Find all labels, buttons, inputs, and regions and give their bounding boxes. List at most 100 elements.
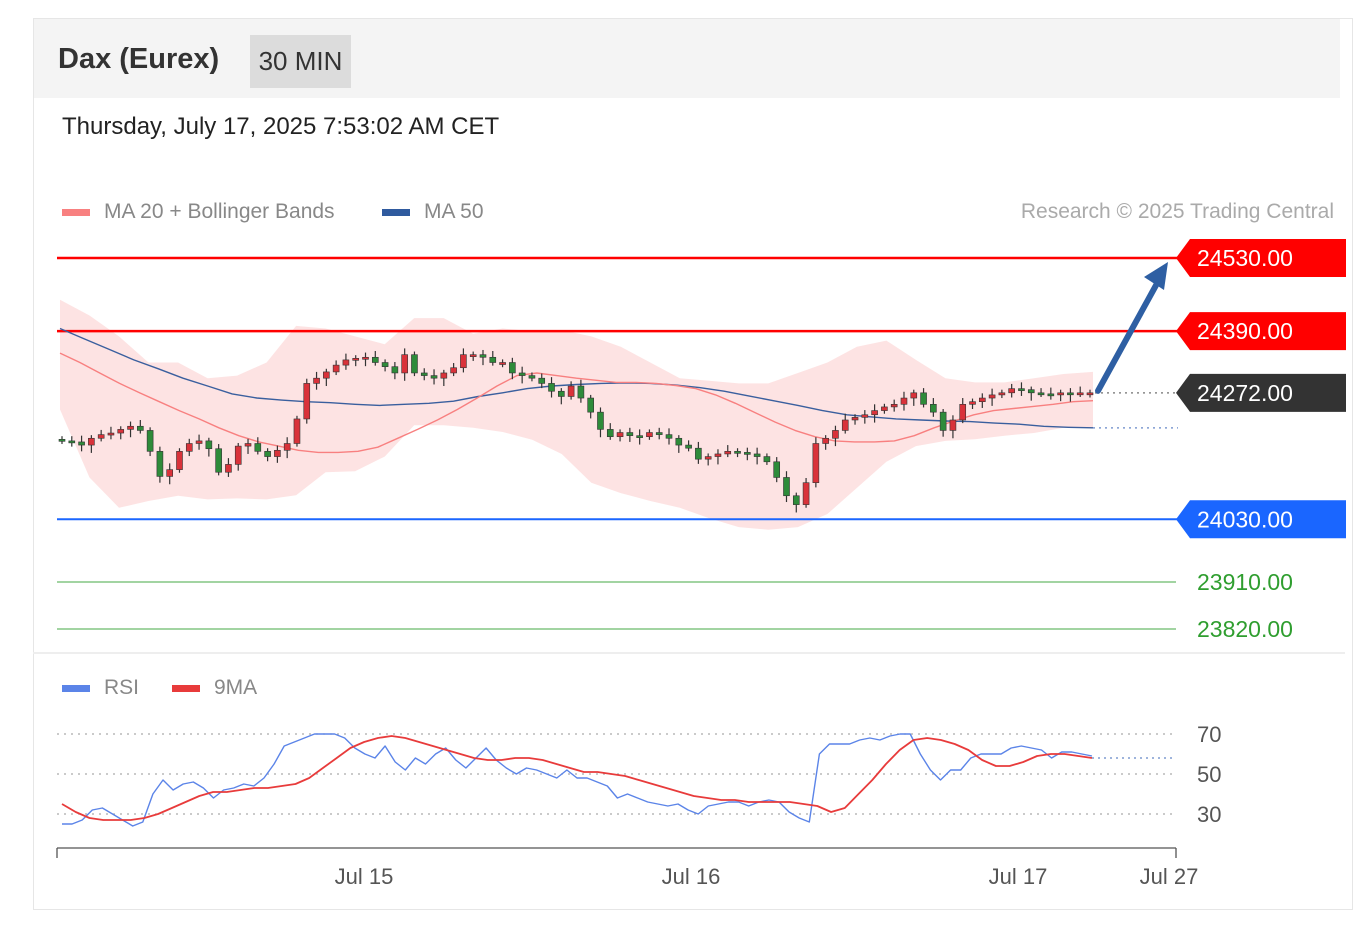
support-badge: 24030.00 [1176,500,1346,539]
candle-body [871,410,878,416]
candle-body [518,372,526,376]
candle-body [450,367,457,374]
candle-body [695,447,702,460]
candle-body [1008,388,1015,394]
candle-body [724,451,732,455]
candle-body [323,371,330,379]
candle-body [646,432,653,438]
candle-body [381,362,389,367]
rsi-line [62,733,1093,827]
candle-body [969,401,976,405]
target-label: 23820.00 [1197,616,1293,642]
candle-body [587,397,594,413]
candle-body [489,356,497,363]
candle-body [900,397,908,405]
candle-body [949,419,957,431]
support-badge-label: 24030.00 [1197,506,1293,532]
candle-body [313,377,320,384]
x-axis-label: Jul 15 [335,864,394,889]
candle-body [626,432,634,436]
candle-body [293,418,301,444]
candle-body [920,392,927,405]
candle-body [792,495,800,505]
candle-body [342,359,350,366]
candle-body [734,451,741,454]
x-axis-label: Jul 27 [1140,864,1199,889]
candle-body [225,464,232,473]
candle-body [890,404,898,408]
candle-body [460,354,467,369]
candle-body [401,354,408,374]
candle-body [68,440,76,444]
candle-body [802,482,810,505]
candle-body [499,362,506,365]
candle-body [97,434,105,439]
candle-body [616,432,624,438]
resistance-badge-label: 24390.00 [1197,318,1293,344]
candle-body [107,432,115,436]
candle-body [597,411,604,430]
candle-body [783,477,790,497]
candle-body [577,385,585,399]
candle-body [606,429,614,438]
candle-body [812,443,820,483]
candle-body [411,354,418,374]
candle-body [665,434,673,439]
candle-body [998,392,1006,396]
candle-body [528,375,536,379]
candle-body [1057,392,1064,396]
candle-body [1027,389,1035,394]
candle-body [548,383,555,392]
candle-body [1037,392,1045,396]
candle-body [558,390,565,397]
candle-body [332,364,340,373]
candle-body [264,451,271,457]
candle-body [430,375,438,379]
candle-body [685,444,692,449]
candle-body [244,443,252,447]
candle-body [176,451,183,470]
candle-body [479,354,487,358]
candle-body [988,394,996,399]
rsi-reference-label: 50 [1197,762,1221,787]
candle-body [910,392,918,399]
target-label: 23910.00 [1197,569,1293,595]
candle-body [215,448,222,473]
candle-body [822,437,829,444]
chart-svg: 24530.00 24390.00 24272.00 24030.00 23910.00… [56,239,1346,889]
candle-body [137,425,144,431]
candle-body [675,437,683,446]
x-axis-label: Jul 16 [662,864,721,889]
candle-body [1018,388,1025,391]
candle-body [567,385,575,397]
candle-body [117,429,125,434]
candle-body [88,437,95,446]
x-axis-label: Jul 17 [989,864,1048,889]
current-price-badge: 24272.00 [1176,373,1346,412]
candle-body [744,452,751,455]
forecast-arrow-shaft [1095,275,1163,394]
candle-body [636,435,643,438]
candle-body [274,449,281,457]
candle-body [881,406,888,411]
candle-body [303,383,311,420]
candle-body [391,366,399,374]
candle-body [773,461,781,478]
candle-body [469,354,477,357]
candle-body [509,362,516,374]
bollinger-band [60,299,1093,530]
candle-body [841,419,849,431]
candle-body [185,443,193,452]
rsi-reference-label: 70 [1197,722,1221,747]
candle-body [371,356,379,363]
candle-body [166,469,173,477]
candle-body [704,456,712,460]
candle-body [1067,392,1074,396]
candle-body [352,358,360,361]
candle-body [234,445,242,465]
candle-body [714,453,722,457]
candle-body [146,430,154,452]
candle-body [1086,392,1094,396]
candle-body [420,372,428,376]
candle-body [78,441,85,446]
